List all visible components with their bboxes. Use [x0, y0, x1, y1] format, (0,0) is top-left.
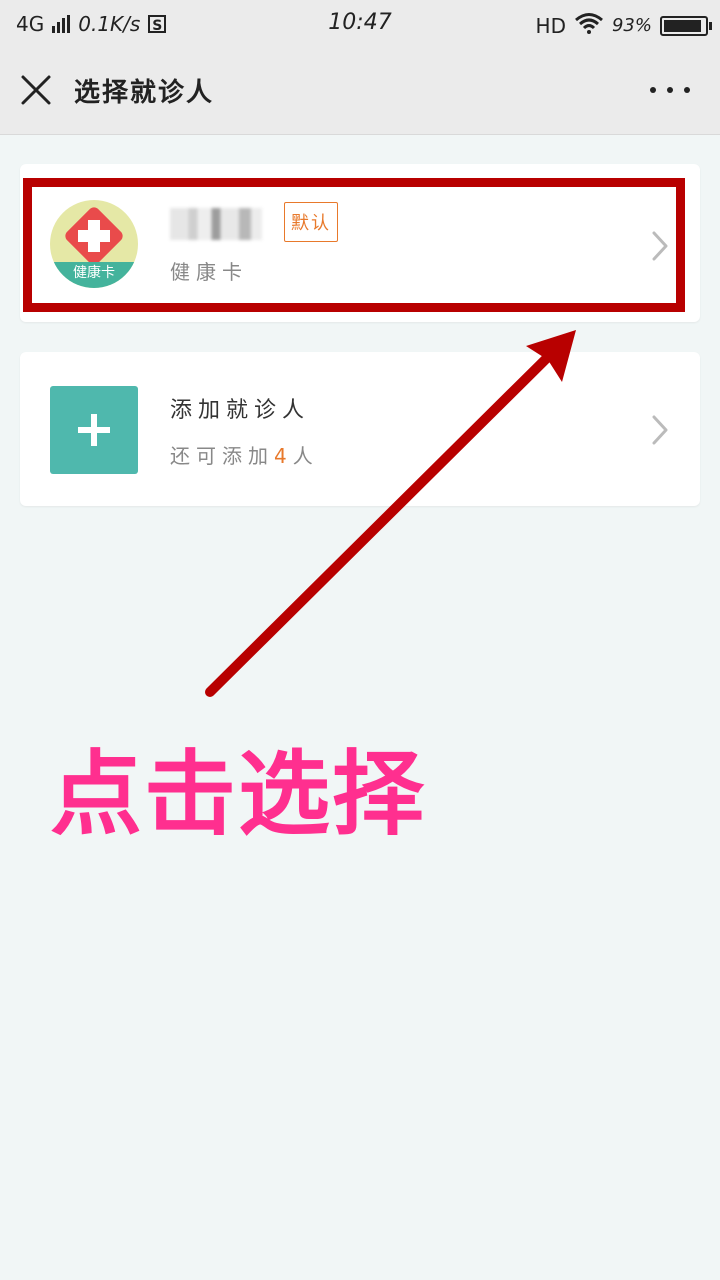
- add-icon: [50, 386, 138, 474]
- title-bar: 选择就诊人: [0, 48, 720, 135]
- hd-indicator: HD: [535, 13, 566, 38]
- battery-percent: 93%: [611, 15, 652, 36]
- close-button[interactable]: [18, 72, 54, 108]
- annotation-text: 点击选择: [50, 741, 427, 848]
- add-patient-title: 添加就诊人: [170, 398, 311, 423]
- dot-icon: [650, 87, 656, 93]
- highlight-box: [23, 178, 685, 312]
- battery-icon: [660, 15, 712, 36]
- dot-icon: [684, 87, 690, 93]
- patient-card[interactable]: 健康卡 默认 健康卡: [20, 164, 700, 322]
- remaining-suffix: 人: [292, 444, 319, 468]
- dot-icon: [667, 87, 673, 93]
- wifi-icon: [574, 12, 604, 39]
- add-patient-card[interactable]: 添加就诊人 还可添加4人: [20, 352, 700, 506]
- add-patient-remaining: 还可添加4人: [170, 440, 319, 469]
- page-title: 选择就诊人: [74, 78, 215, 108]
- remaining-count: 4: [274, 444, 293, 468]
- remaining-prefix: 还可添加: [170, 444, 274, 468]
- more-button[interactable]: [650, 80, 690, 100]
- status-bar: 4G 0.1K/s S 10:47 HD 93%: [0, 0, 720, 48]
- status-right: HD 93%: [535, 12, 712, 39]
- close-icon: [21, 75, 51, 105]
- chevron-right-icon: [650, 414, 670, 446]
